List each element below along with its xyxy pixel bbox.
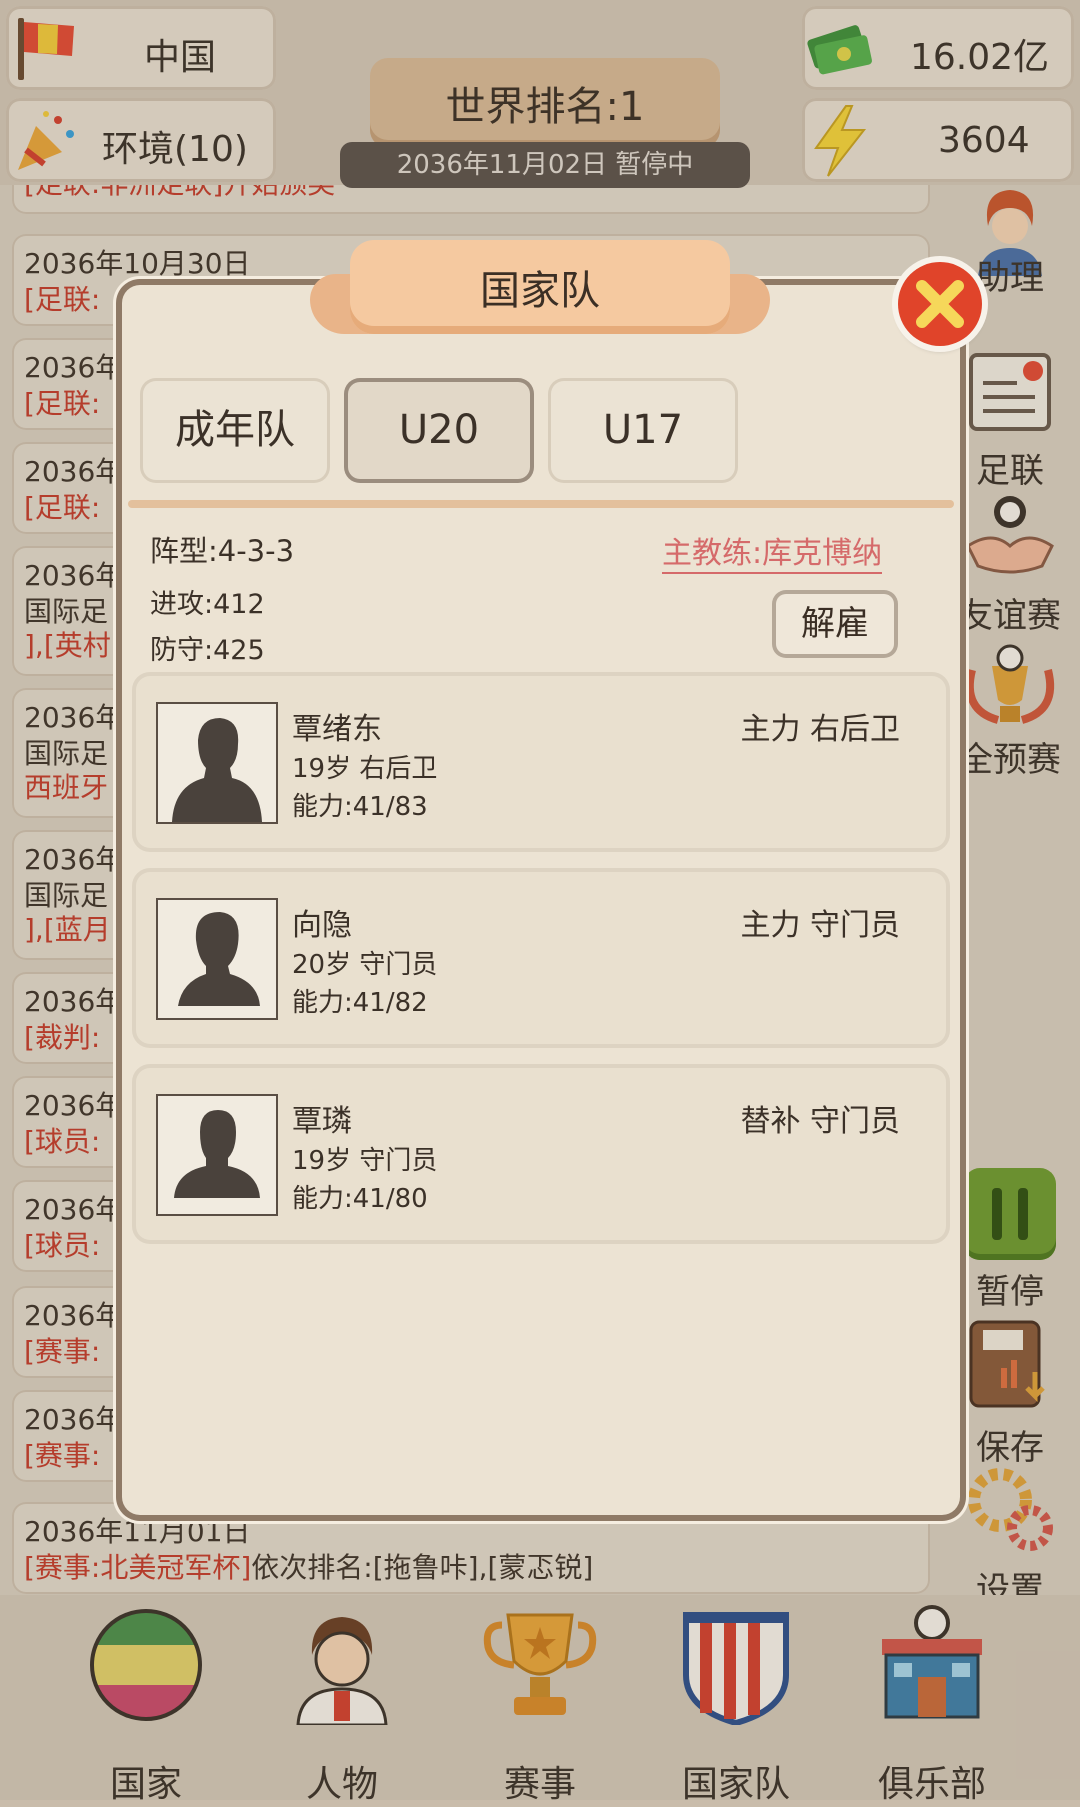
- player-silhouette-icon: [174, 1110, 260, 1198]
- player-silhouette-icon: [178, 912, 260, 1006]
- player-ability: 能力:41/80: [292, 1184, 428, 1214]
- divider: [128, 500, 954, 508]
- head-coach-link[interactable]: 主教练:库克博纳: [662, 528, 883, 574]
- tab-u17[interactable]: U17: [548, 378, 738, 483]
- player-name: 覃绪东: [292, 712, 382, 747]
- dialog-title-ribbon: 国家队: [310, 230, 770, 350]
- close-button[interactable]: [898, 262, 982, 346]
- formation: 阵型:4-3-3: [150, 534, 295, 568]
- player-card[interactable]: 覃璘 19岁 守门员 能力:41/80 替补 守门员: [132, 1064, 950, 1244]
- close-icon: [916, 280, 964, 328]
- player-name: 覃璘: [292, 1104, 352, 1139]
- player-ability: 能力:41/83: [292, 792, 428, 822]
- player-ability: 能力:41/82: [292, 988, 428, 1018]
- player-avatar: [156, 702, 278, 824]
- player-role: 主力 右后卫: [740, 712, 900, 747]
- dialog-title: 国家队: [480, 268, 600, 314]
- attack-value: 进攻:412: [150, 589, 265, 620]
- player-silhouette-icon: [172, 718, 262, 822]
- player-card[interactable]: 覃绪东 19岁 右后卫 能力:41/83 主力 右后卫: [132, 672, 950, 852]
- tab-u20[interactable]: U20: [344, 378, 534, 483]
- player-info: 19岁 守门员: [292, 1146, 438, 1176]
- player-role: 替补 守门员: [740, 1104, 900, 1139]
- player-role: 主力 守门员: [740, 908, 900, 943]
- player-info: 20岁 守门员: [292, 950, 438, 980]
- player-avatar: [156, 1094, 278, 1216]
- defense-value: 防守:425: [150, 635, 265, 666]
- tab-senior[interactable]: 成年队: [140, 378, 330, 483]
- player-name: 向隐: [292, 908, 352, 943]
- player-card[interactable]: 向隐 20岁 守门员 能力:41/82 主力 守门员: [132, 868, 950, 1048]
- player-avatar: [156, 898, 278, 1020]
- fire-coach-button[interactable]: 解雇: [772, 590, 898, 658]
- player-info: 19岁 右后卫: [292, 754, 438, 784]
